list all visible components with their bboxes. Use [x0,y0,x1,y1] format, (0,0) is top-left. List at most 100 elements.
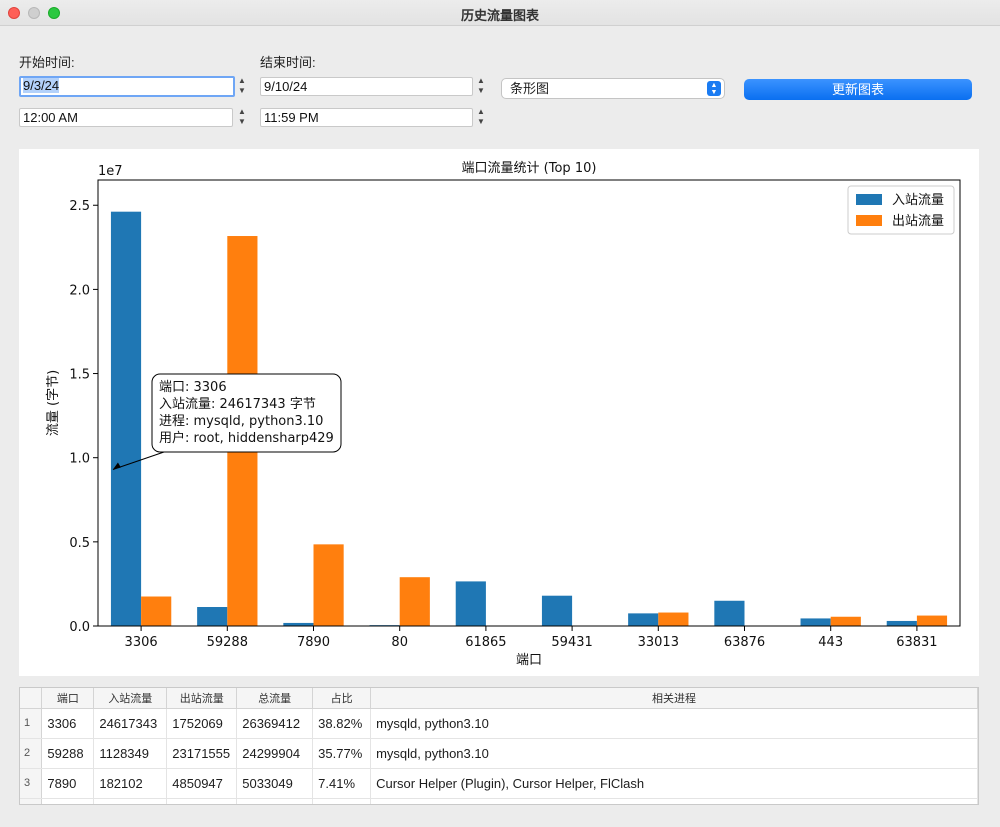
row-number-header [20,688,43,709]
inbound-bar [197,607,228,626]
legend-swatch [856,215,882,226]
annotation-line: 端口: 3306 [159,380,227,395]
chart-title: 端口流量统计 (Top 10) [462,161,597,176]
x-tick-label: 63876 [724,635,765,650]
cell-processes[interactable] [370,798,978,804]
inbound-bar [110,211,142,626]
x-tick-label: 443 [818,635,843,650]
traffic-table: 端口 入站流量 出站流量 总流量 占比 相关进程 1 3306 24617343… [19,687,979,805]
start-time-stepper[interactable]: ▲ ▼ [236,107,248,129]
start-date-field[interactable]: 9/3/24 [19,76,235,97]
y-tick-label: 1.0 [69,452,90,467]
cell-port[interactable]: 7890 [41,768,95,799]
inbound-bar [628,613,659,626]
start-time-label: 开始时间: [19,55,75,70]
bar-chart: 端口流量统计 (Top 10) 1e7 0.0 0.5 1.0 1.5 2.0 2.5 3306… [46,161,961,668]
outbound-bar [916,615,948,626]
legend-label: 入站流量 [892,193,944,208]
row-number: 2 [20,738,43,769]
window-title: 历史流量图表 [460,8,539,23]
cell-processes[interactable]: mysqld, python3.10 [370,738,978,769]
y-tick-label: 0.0 [69,620,90,635]
y-tick-label: 1.5 [69,368,90,383]
annotation-line: 进程: mysqld, python3.10 [159,414,323,429]
column-header-outbound[interactable]: 出站流量 [166,688,238,709]
cell-inbound[interactable]: 1128349 [93,738,168,769]
end-time-field[interactable]: 11:59 PM [260,108,473,127]
cell-processes[interactable]: mysqld, python3.10 [370,708,978,739]
cell-outbound[interactable]: 23171555 [166,738,238,769]
outbound-bar [399,577,430,626]
chart-type-select[interactable]: 条形图 ▲ ▼ [501,78,725,99]
inbound-bar [800,618,831,626]
x-tick-label: 33013 [638,635,679,650]
inbound-bar [541,595,573,626]
legend-label: 出站流量 [892,214,944,229]
cell-percent[interactable]: 7.41% [312,768,372,799]
start-time-field[interactable]: 12:00 AM [19,108,233,127]
cell-port[interactable]: 3306 [41,708,95,739]
start-date-stepper[interactable]: ▲ ▼ [236,76,248,98]
end-time-label: 结束时间: [260,55,316,70]
x-tick-label: 59288 [207,635,248,650]
cell-port[interactable]: 59288 [41,738,95,769]
chevron-updown-icon: ▲ ▼ [707,81,721,96]
cell-inbound[interactable] [93,798,168,804]
title-bar: 历史流量图表 [0,0,1000,26]
chart-panel: 端口流量统计 (Top 10) 1e7 0.0 0.5 1.0 1.5 2.0 2.5 3306… [19,149,979,676]
chart-type-value: 条形图 [510,81,550,96]
end-time-stepper[interactable]: ▲ ▼ [475,107,487,129]
table-row[interactable]: 3 7890 182102 4850947 5033049 7.41% Curs… [20,768,978,799]
table-row[interactable]: 1 3306 24617343 1752069 26369412 38.82% … [20,708,978,739]
end-date-field[interactable]: 9/10/24 [260,77,473,96]
update-chart-button[interactable]: 更新图表 [744,79,972,100]
table-header-row: 端口 入站流量 出站流量 总流量 占比 相关进程 [20,688,978,709]
end-date-stepper[interactable]: ▲ ▼ [475,76,487,98]
row-number: 1 [20,708,43,739]
x-tick-label: 7890 [297,635,330,650]
cell-inbound[interactable]: 182102 [93,768,168,799]
cell-processes[interactable]: Cursor Helper (Plugin), Cursor Helper, F… [370,768,978,799]
column-header-port[interactable]: 端口 [41,688,95,709]
x-tick-label: 61865 [465,635,506,650]
cell-port[interactable] [41,798,95,804]
inbound-bar [714,600,745,626]
cell-outbound[interactable]: 1752069 [166,708,238,739]
column-header-inbound[interactable]: 入站流量 [93,688,168,709]
row-number: 3 [20,768,43,799]
outbound-bar [830,616,861,626]
row-number [20,798,43,804]
y-axis-exponent: 1e7 [98,164,123,179]
cell-total[interactable] [236,798,314,804]
x-tick-label: 59431 [551,635,592,650]
column-header-processes[interactable]: 相关进程 [370,688,978,709]
y-tick-label: 2.5 [69,199,90,214]
legend-swatch [856,194,882,205]
cell-outbound[interactable] [166,798,238,804]
cell-outbound[interactable]: 4850947 [166,768,238,799]
inbound-bar [886,620,917,626]
x-tick-label: 63831 [896,635,937,650]
outbound-bar [141,596,172,626]
x-tick-label: 3306 [125,635,158,650]
column-header-percent[interactable]: 占比 [312,688,372,709]
outbound-bar [313,544,344,626]
table-row[interactable]: 2 59288 1128349 23171555 24299904 35.77%… [20,738,978,769]
cell-percent[interactable]: 38.82% [312,708,372,739]
y-tick-label: 2.0 [69,283,90,298]
y-axis-label: 流量 (字节) [46,370,61,436]
cell-percent[interactable]: 35.77% [312,738,372,769]
cell-inbound[interactable]: 24617343 [93,708,168,739]
cell-total[interactable]: 26369412 [236,708,314,739]
cell-total[interactable]: 24299904 [236,738,314,769]
cell-percent[interactable] [312,798,372,804]
cell-total[interactable]: 5033049 [236,768,314,799]
column-header-total[interactable]: 总流量 [236,688,314,709]
outbound-bar [658,612,689,626]
annotation-line: 用户: root, hiddensharp429 [159,430,334,446]
start-date-value: 9/3/24 [23,78,60,93]
x-axis-label: 端口 [516,653,542,668]
inbound-bar [455,581,486,626]
table-row[interactable] [20,798,978,804]
annotation-line: 入站流量: 24617343 字节 [159,397,316,412]
